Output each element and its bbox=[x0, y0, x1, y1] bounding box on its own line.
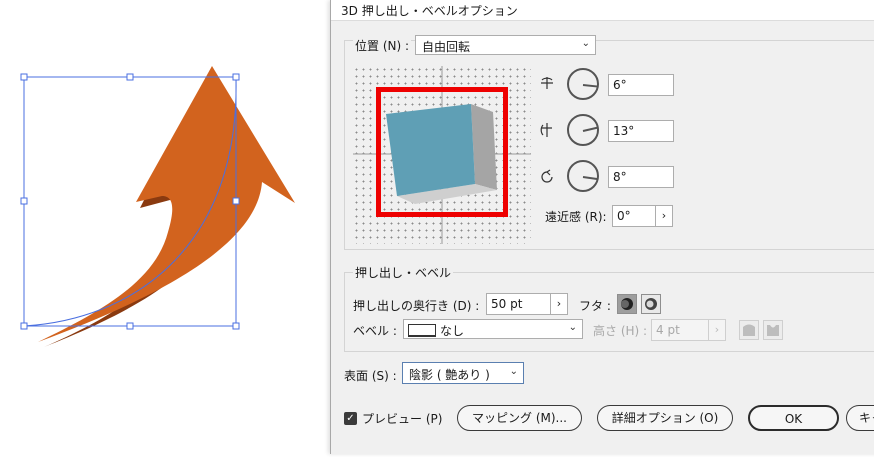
rotate-y-input[interactable]: 13° bbox=[608, 120, 674, 142]
dialog-title-bar[interactable]: 3D 押し出し・ベベルオプション bbox=[331, 0, 874, 21]
surface-select[interactable]: 陰影 ( 艶あり ) ⌄ bbox=[402, 362, 524, 384]
rotate-x-dial[interactable] bbox=[567, 68, 599, 100]
height-input[interactable]: 4 pt bbox=[651, 319, 709, 341]
bevel-select-value: なし bbox=[440, 324, 465, 338]
height-slider-button[interactable]: › bbox=[708, 319, 726, 341]
ok-button[interactable]: OK bbox=[748, 405, 839, 431]
rotate-z-input[interactable]: 8° bbox=[608, 166, 674, 188]
bevel-select[interactable]: なし ⌄ bbox=[403, 319, 583, 339]
position-select-value: 自由回転 bbox=[422, 40, 471, 54]
bevel-in-button[interactable] bbox=[763, 320, 783, 340]
preview-checkbox[interactable]: ✓ bbox=[344, 412, 357, 425]
handle-top-mid bbox=[126, 73, 134, 81]
surface-label: 表面 (S) : bbox=[344, 369, 397, 383]
cancel-button[interactable]: キャ bbox=[846, 405, 874, 431]
dialog-title: 3D 押し出し・ベベルオプション bbox=[341, 4, 518, 18]
depth-input[interactable]: 50 pt bbox=[486, 293, 551, 315]
chevron-down-icon: ⌄ bbox=[568, 322, 577, 333]
handle-bottom-left bbox=[20, 322, 28, 330]
handle-mid-right bbox=[232, 197, 240, 205]
cap-on-button[interactable] bbox=[617, 294, 637, 314]
perspective-label: 遠近感 (R): bbox=[545, 210, 607, 224]
detail-options-button[interactable]: 詳細オプション (O) bbox=[597, 405, 733, 431]
mapping-button[interactable]: マッピング (M)... bbox=[457, 405, 582, 431]
cap-label: フタ : bbox=[579, 299, 611, 313]
chevron-down-icon: ⌄ bbox=[581, 38, 590, 49]
handle-top-left bbox=[20, 73, 28, 81]
handle-mid-left bbox=[20, 197, 28, 205]
rotate-x-input[interactable]: 6° bbox=[608, 74, 674, 96]
position-label: 位置 (N) : bbox=[353, 37, 412, 54]
highlight-frame bbox=[376, 87, 508, 217]
rotate-y-icon bbox=[540, 123, 552, 137]
perspective-input[interactable]: 0° bbox=[612, 205, 656, 227]
rotate-y-dial[interactable] bbox=[567, 114, 599, 146]
handle-bottom-mid bbox=[126, 322, 134, 330]
rotate-x-icon bbox=[541, 77, 553, 89]
artboard-canvas[interactable] bbox=[0, 0, 330, 454]
arrow-front-face bbox=[38, 66, 295, 342]
preview-label[interactable]: プレビュー (P) bbox=[362, 410, 442, 427]
bevel-label: ベベル : bbox=[353, 324, 397, 338]
handle-top-right bbox=[232, 73, 240, 81]
perspective-slider-button[interactable]: › bbox=[655, 205, 673, 227]
position-select[interactable]: 自由回転 ⌄ bbox=[415, 35, 596, 55]
cap-off-button[interactable] bbox=[641, 294, 661, 314]
bevel-out-button[interactable] bbox=[739, 320, 759, 340]
extrude-section-label: 押し出し・ベベル bbox=[353, 264, 454, 281]
bevel-shape-icon bbox=[408, 324, 436, 337]
chevron-down-icon: ⌄ bbox=[509, 366, 518, 377]
height-label: 高さ (H) : bbox=[593, 324, 648, 338]
depth-slider-button[interactable]: › bbox=[550, 293, 568, 315]
extrude-bevel-dialog: 3D 押し出し・ベベルオプション 位置 (N) : 自由回転 ⌄ 6° 13° … bbox=[330, 0, 874, 454]
rotate-z-dial[interactable] bbox=[567, 160, 599, 192]
arrow-artwork[interactable] bbox=[0, 0, 330, 454]
handle-bottom-right bbox=[232, 322, 240, 330]
depth-label: 押し出しの奥行き (D) : bbox=[353, 299, 480, 313]
surface-select-value: 陰影 ( 艶あり ) bbox=[409, 368, 490, 382]
rotate-z-icon bbox=[541, 169, 553, 183]
